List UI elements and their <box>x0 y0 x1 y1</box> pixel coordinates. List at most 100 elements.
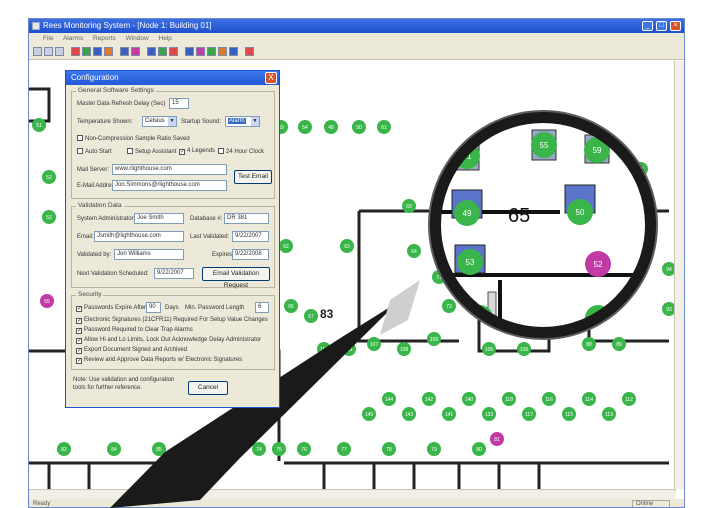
sensor-node-104[interactable]: 104 <box>577 272 591 286</box>
sensor-node-89[interactable]: 89 <box>612 337 626 351</box>
toolbar-calibrate-icon[interactable] <box>218 47 227 56</box>
sensor-node-70[interactable]: 70 <box>532 237 546 251</box>
toolbar-user-icon[interactable] <box>196 47 205 56</box>
sensor-node-110[interactable]: 110 <box>317 342 331 356</box>
setup-assistant-checkbox[interactable]: Setup Assistant <box>127 148 176 155</box>
startup-sound-dropdown[interactable]: Alarm ▼ <box>225 116 260 127</box>
sensor-node-74[interactable]: 74 <box>252 442 266 456</box>
email-address-field[interactable]: Jon.Simmons@rlighthouse.com <box>112 180 227 191</box>
sensor-node-77[interactable]: 77 <box>337 442 351 456</box>
sensor-node-69[interactable]: 69 <box>402 199 416 213</box>
toolbar-alarm-icon[interactable] <box>71 47 80 56</box>
sensor-node-114[interactable]: 114 <box>582 392 596 406</box>
sensor-node-49[interactable]: 49 <box>324 120 338 134</box>
sensor-node-141[interactable]: 141 <box>442 407 456 421</box>
sensor-node-71[interactable]: 71 <box>432 270 446 284</box>
refresh-field[interactable]: 15 <box>169 98 189 109</box>
sensor-node-87[interactable]: 87 <box>222 442 236 456</box>
sensor-node-52[interactable]: 52 <box>42 170 56 184</box>
toolbar-node-icon[interactable] <box>185 47 194 56</box>
sensor-node-140[interactable]: 140 <box>462 392 476 406</box>
toolbar-trend-icon[interactable] <box>169 47 178 56</box>
sensor-node-64[interactable]: 64 <box>407 244 421 258</box>
sensor-node-144[interactable]: 144 <box>382 392 396 406</box>
horizontal-scrollbar[interactable] <box>29 489 676 499</box>
sensor-node-53[interactable]: 53 <box>42 210 56 224</box>
password-expire-checkbox[interactable]: ✓ Passwords Expire After <box>76 305 146 312</box>
close-button[interactable]: × <box>670 21 681 31</box>
sensor-node-107[interactable]: 107 <box>367 337 381 351</box>
email-validation-request-button[interactable]: Email Validation Request <box>202 267 270 289</box>
toolbar-print-icon[interactable] <box>120 47 129 56</box>
menu-alarms[interactable]: Alarms <box>63 35 83 42</box>
next-validation-field[interactable]: 9/22/2007 <box>154 268 194 279</box>
toolbar-status-icon[interactable] <box>82 47 91 56</box>
toolbar-log-icon[interactable] <box>229 47 238 56</box>
menu-reports[interactable]: Reports <box>93 35 116 42</box>
esignature-checkbox[interactable]: ✓ Electronic Signatures (21CFR11) Require… <box>76 317 268 324</box>
toolbar-new-icon[interactable] <box>33 47 42 56</box>
sensor-node-50[interactable]: 50 <box>352 120 366 134</box>
expires-field[interactable]: 9/22/2008 <box>232 249 269 260</box>
sensor-node-66[interactable]: 66 <box>284 299 298 313</box>
sensor-node-143[interactable]: 143 <box>402 407 416 421</box>
vertical-scrollbar[interactable] <box>674 61 684 489</box>
toolbar-report-icon[interactable] <box>104 47 113 56</box>
sensor-node-62[interactable]: 62 <box>279 239 293 253</box>
database-field[interactable]: DR 381 <box>224 213 269 224</box>
sensor-node-86[interactable]: 86 <box>202 442 216 456</box>
sensor-node-112[interactable]: 112 <box>622 392 636 406</box>
password-clear-alarms-checkbox[interactable]: ✓ Password Required to Clear Trap Alarms <box>76 327 193 334</box>
review-approve-checkbox[interactable]: ✓ Review and Approve Data Reports w/ Elec… <box>76 357 242 364</box>
sensor-node-108[interactable]: 108 <box>397 342 411 356</box>
sensor-node-88[interactable]: 88 <box>582 337 596 351</box>
sensor-node-73[interactable]: 73 <box>442 299 456 313</box>
menu-help[interactable]: Help <box>159 35 172 42</box>
sensor-node-61[interactable]: 61 <box>377 120 391 134</box>
sensor-node-115[interactable]: 115 <box>562 407 576 421</box>
sensor-node-105[interactable]: 105 <box>482 342 496 356</box>
system-admin-field[interactable]: Joe Smith <box>134 213 184 224</box>
sensor-node-117[interactable]: 117 <box>522 407 536 421</box>
sensor-node-111[interactable]: 111 <box>342 342 356 356</box>
sensor-node-92[interactable]: 92 <box>634 162 648 176</box>
toolbar-graph-icon[interactable] <box>93 47 102 56</box>
sensor-node-116[interactable]: 116 <box>542 392 556 406</box>
last-validated-field[interactable]: 9/22/2007 <box>232 231 269 242</box>
toolbar-help-icon[interactable] <box>245 47 254 56</box>
sensor-node-55[interactable]: 55 <box>40 294 54 308</box>
validated-by-field[interactable]: Jon Williams <box>114 249 184 260</box>
sensor-node-106[interactable]: 106 <box>517 342 531 356</box>
toolbar-open-icon[interactable] <box>44 47 53 56</box>
sensor-node-109[interactable]: 109 <box>427 332 441 346</box>
sensor-node-103[interactable]: 103 <box>542 322 556 336</box>
validation-email-field[interactable]: Jsmith@lighthouse.com <box>94 231 184 242</box>
sensor-node-85[interactable]: 85 <box>152 442 166 456</box>
sensor-node-51[interactable]: 51 <box>32 118 46 132</box>
menu-file[interactable]: File <box>43 35 53 42</box>
sensor-node-84[interactable]: 84 <box>107 442 121 456</box>
allow-limits-checkbox[interactable]: ✓ Allow Hi and Lo Limits, Lock Out Acknow… <box>76 337 261 344</box>
min-password-field[interactable]: 6 <box>255 302 269 313</box>
sensor-node-145[interactable]: 145 <box>362 407 376 421</box>
sensor-node-75[interactable]: 75 <box>272 442 286 456</box>
cancel-button[interactable]: Cancel <box>188 381 228 395</box>
sensor-node-76[interactable]: 76 <box>297 442 311 456</box>
sensor-node-133[interactable]: 133 <box>482 407 496 421</box>
minimize-button[interactable]: _ <box>642 21 653 31</box>
sensor-node-67[interactable]: 67 <box>304 309 318 323</box>
sensor-node-80[interactable]: 80 <box>472 442 486 456</box>
menu-window[interactable]: Window <box>126 35 149 42</box>
dialog-close-button[interactable]: X <box>265 72 277 84</box>
sensor-node-79[interactable]: 79 <box>427 442 441 456</box>
export-document-checkbox[interactable]: ✓ Export Document Signed and Archived <box>76 347 187 354</box>
toolbar-sensor-icon[interactable] <box>158 47 167 56</box>
maximize-button[interactable]: □ <box>656 21 667 31</box>
sensor-node-78[interactable]: 78 <box>382 442 396 456</box>
sensor-node-81[interactable]: 81 <box>490 432 504 446</box>
toolbar-save-icon[interactable] <box>55 47 64 56</box>
toolbar-config-icon[interactable] <box>207 47 216 56</box>
sensor-node-142[interactable]: 142 <box>422 392 436 406</box>
sensor-node-118[interactable]: 118 <box>502 392 516 406</box>
24-hour-clock-checkbox[interactable]: 24 Hour Clock <box>218 148 264 155</box>
